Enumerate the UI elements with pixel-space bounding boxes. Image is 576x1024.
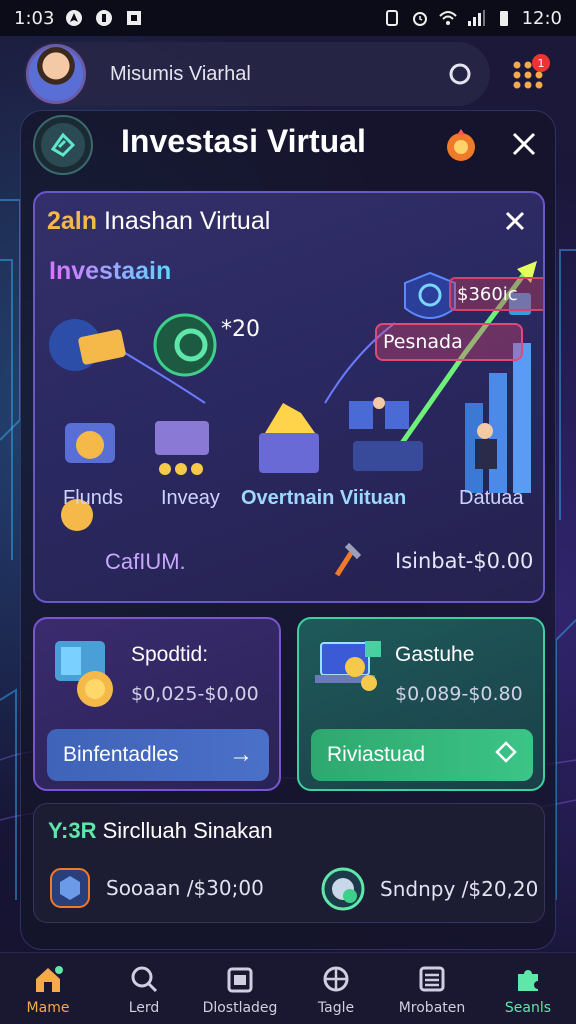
laptop-coins-icon: [315, 641, 381, 691]
nav-label-search: Lerd: [128, 999, 160, 1016]
nav-label-globe: Tagle: [317, 999, 355, 1016]
card-footer-value: Isinbat-$0.00: [395, 549, 534, 573]
coin-amount: *20: [221, 317, 260, 342]
arrow-right-icon: →: [229, 741, 253, 768]
summary-title-text: Sirclluah Sinakan: [96, 818, 273, 843]
close-panel-button[interactable]: [507, 127, 541, 161]
summary-title: Y:3R Sirclluah Sinakan: [48, 818, 273, 844]
spending-button-label: Binfentadles: [63, 743, 179, 766]
earnings-title: Gastuhe: [395, 643, 475, 666]
battery-icon: [494, 8, 514, 28]
summary-card: Y:3R Sirclluah Sinakan Sooaan /$30;00 Sn…: [33, 803, 545, 923]
calendar-icon: [223, 962, 257, 996]
spending-action-button[interactable]: Binfentadles →: [47, 729, 269, 781]
alarm-icon: [410, 8, 430, 28]
shield-status-icon: [94, 8, 114, 28]
spending-card: Spodtid: $0,025-$0,00 Binfentadles →: [33, 617, 281, 791]
main-panel: Investasi Virtual 2aln Inashan Virtual I…: [20, 110, 556, 950]
feature-label-inveay[interactable]: Inveay: [161, 487, 220, 510]
bottom-navigation: Mame Lerd Dlostladeg Tagle Mrobaten Sean…: [0, 952, 576, 1024]
tools-icon: [334, 542, 362, 577]
close-icon: [512, 132, 536, 156]
refresh-icon: [449, 63, 471, 85]
panel-header: Investasi Virtual: [21, 111, 557, 181]
puzzle-icon: [511, 962, 545, 996]
card-footer-label: CafIUM.: [105, 549, 186, 574]
wifi-icon: [438, 8, 458, 28]
diamond-icon: [495, 740, 517, 770]
feature-label-overtnain[interactable]: Overtnain Viituan: [241, 487, 406, 510]
nav-item-calendar[interactable]: Dlostladeg: [195, 962, 285, 1016]
wallet-icon: [55, 641, 113, 707]
summary-item-left[interactable]: Sooaan /$30;00: [48, 866, 264, 910]
nav-item-puzzle[interactable]: Seanls: [483, 962, 573, 1016]
nav-label-calendar: Dlostladeg: [202, 999, 278, 1016]
card-title-highlight: 2aln: [47, 207, 98, 235]
summary-item-left-text: Sooaan /$30;00: [106, 876, 264, 900]
status-time: 1:03: [14, 7, 55, 29]
close-icon: [505, 211, 525, 231]
coin-check-icon: [321, 867, 365, 911]
earnings-action-button[interactable]: Riviastuad: [311, 729, 533, 781]
app-header: Misumis Viarhal 1: [0, 38, 576, 110]
nav-label-puzzle: Seanls: [504, 999, 552, 1016]
apps-menu-button[interactable]: 1: [504, 50, 552, 98]
card-title: 2aln Inashan Virtual: [47, 207, 270, 236]
user-name: Misumis Viarhal: [110, 62, 251, 85]
search-icon: [127, 962, 161, 996]
spending-value: $0,025-$0,00: [131, 683, 259, 705]
investment-card: 2aln Inashan Virtual Investaain $360ic *…: [33, 191, 545, 603]
earnings-value: $0,089-$0.80: [395, 683, 523, 705]
card-close-button[interactable]: [501, 207, 529, 235]
nav-item-list[interactable]: Mrobaten: [387, 962, 477, 1016]
vibrate-icon: [382, 8, 402, 28]
earnings-card: Gastuhe $0,089-$0.80 Riviastuad: [297, 617, 545, 791]
earnings-button-label: Riviastuad: [327, 743, 426, 766]
avatar[interactable]: [26, 44, 86, 104]
signal-icon: [466, 8, 486, 28]
home-icon: [31, 962, 65, 996]
card-title-text: Inashan Virtual: [97, 207, 271, 235]
summary-item-right-text: Sndnpy /$20,20: [380, 877, 539, 901]
nav-label-home: Mame: [26, 999, 70, 1016]
globe-icon: [319, 962, 353, 996]
summary-item-right[interactable]: Sndnpy /$20,20: [320, 866, 538, 912]
cube-icon: [50, 868, 90, 908]
status-bar: 1:03 12:0: [0, 0, 576, 36]
spending-title: Spodtid:: [131, 643, 209, 666]
feature-label-funds[interactable]: Flunds: [63, 487, 123, 510]
navigation-icon: [64, 8, 84, 28]
price-tag: $360ic: [449, 277, 543, 311]
promo-tag: Pesnada: [375, 323, 523, 361]
notification-badge: 1: [532, 54, 550, 72]
list-icon: [415, 962, 449, 996]
page-title: Investasi Virtual: [121, 123, 366, 159]
nav-label-list: Mrobaten: [398, 999, 466, 1016]
image-status-icon: [124, 8, 144, 28]
nav-item-search[interactable]: Lerd: [99, 962, 189, 1016]
feature-label-datuaa[interactable]: Datuaa: [459, 487, 524, 510]
refresh-button[interactable]: [438, 52, 482, 96]
app-logo-icon: [33, 115, 93, 175]
summary-title-highlight: Y:3R: [48, 818, 97, 843]
status-clock: 12:0: [521, 7, 562, 29]
nav-item-home[interactable]: Mame: [3, 962, 93, 1016]
reward-icon[interactable]: [441, 125, 481, 165]
user-profile-pill[interactable]: Misumis Viarhal: [24, 42, 490, 106]
nav-item-globe[interactable]: Tagle: [291, 962, 381, 1016]
